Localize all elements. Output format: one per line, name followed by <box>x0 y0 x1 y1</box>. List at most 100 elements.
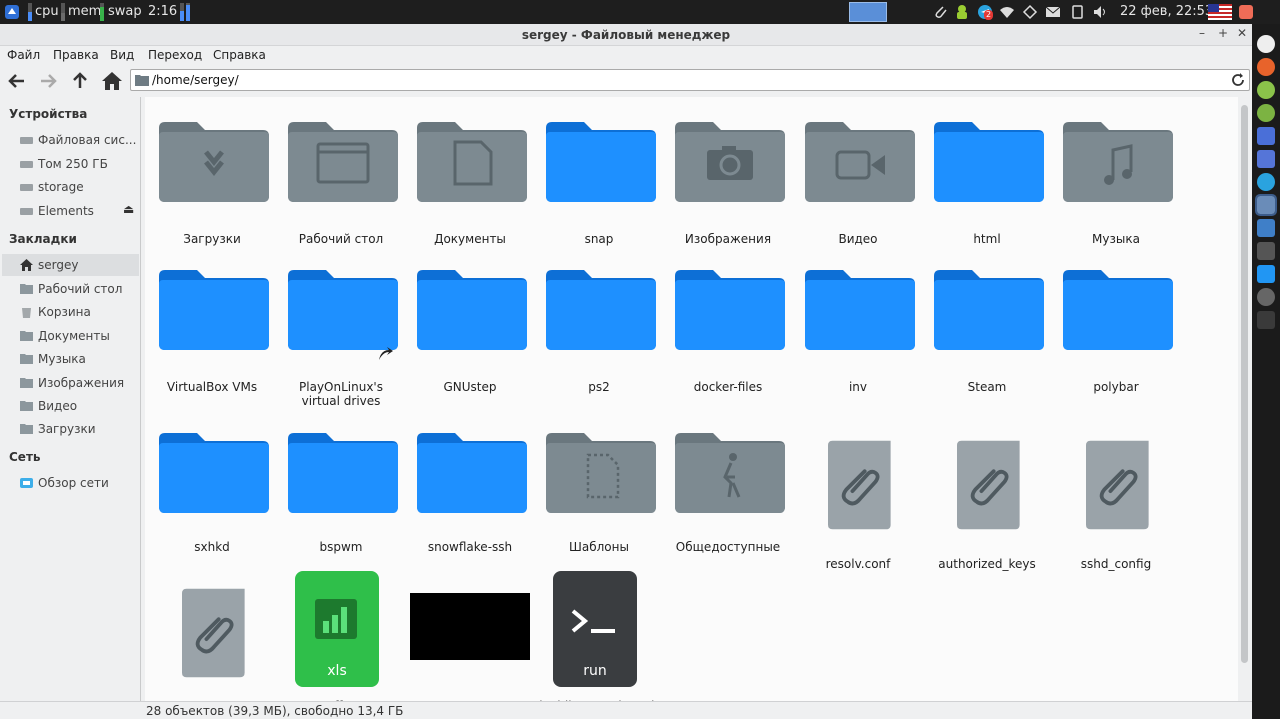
file-item[interactable]: resolv.conf <box>798 433 918 573</box>
file-item[interactable]: ps2 <box>539 270 659 410</box>
swap-label: swap <box>108 4 142 19</box>
app-launcher-icon[interactable] <box>4 0 20 24</box>
sidebar-item-network[interactable]: Обзор сети <box>2 472 139 494</box>
volume-icon[interactable] <box>1092 4 1108 20</box>
title-bar[interactable]: sergey - Файловый менеджер – + ✕ <box>0 24 1252 46</box>
folder-icon <box>417 270 527 350</box>
menu-bar: Файл Правка Вид Переход Справка <box>0 46 1252 66</box>
app-dock-icon[interactable] <box>1257 242 1275 260</box>
up-button[interactable] <box>68 69 92 93</box>
menu-go[interactable]: Переход <box>148 48 202 62</box>
firefox-icon[interactable] <box>1257 58 1275 76</box>
android-tray-icon[interactable] <box>954 4 970 20</box>
sidebar-item-documents[interactable]: Документы <box>2 325 139 347</box>
folder-icon <box>159 122 269 202</box>
menu-help[interactable]: Справка <box>213 48 266 62</box>
menu-file[interactable]: Файл <box>7 48 40 62</box>
clipboard-icon[interactable] <box>1069 4 1085 20</box>
folder-icon <box>546 433 656 513</box>
terminal-dock-icon[interactable] <box>1257 311 1275 329</box>
file-name: authorized_keys <box>938 557 1036 571</box>
folder-icon <box>1063 122 1173 202</box>
folder-dock-icon[interactable] <box>1257 219 1275 237</box>
folder-icon <box>20 354 33 364</box>
sidebar-item-label: Обзор сети <box>38 476 109 490</box>
app-tray-icon[interactable] <box>1238 4 1254 20</box>
file-item[interactable]: Изображения <box>668 122 788 262</box>
sidebar-item-volume[interactable]: Том 250 ГБ <box>2 153 139 175</box>
wifi-icon[interactable] <box>999 4 1015 20</box>
folder-blue-dock-icon[interactable] <box>1257 265 1275 283</box>
sidebar-item-elements[interactable]: Elements ⏏ <box>2 200 139 222</box>
file-item[interactable]: sxhkd <box>152 433 272 573</box>
drive-icon <box>20 161 33 168</box>
keyboard-layout-flag-icon[interactable] <box>1208 4 1232 20</box>
home-button[interactable] <box>100 69 124 93</box>
file-item[interactable]: 1 <box>152 581 272 710</box>
file-item[interactable]: snowflake-ssh <box>410 433 530 573</box>
screen-2-icon[interactable] <box>1257 150 1275 168</box>
sidebar-item-filesystem[interactable]: Файловая сис... <box>2 129 139 151</box>
maximize-button[interactable]: + <box>1218 26 1228 40</box>
file-item[interactable]: Документы <box>410 122 530 262</box>
file-item[interactable]: authorized_keys <box>927 433 1047 573</box>
address-bar[interactable]: /home/sergey/ <box>130 69 1250 91</box>
file-name: Загрузки <box>183 232 241 246</box>
file-item[interactable]: polybar <box>1056 270 1176 410</box>
telegram-icon[interactable] <box>1257 173 1275 191</box>
mail-icon[interactable] <box>1045 4 1061 20</box>
file-item[interactable]: html <box>927 122 1047 262</box>
back-button[interactable] <box>5 69 29 93</box>
file-item[interactable]: GNUstep <box>410 270 530 410</box>
file-item[interactable]: Рабочий стол <box>281 122 401 262</box>
scrollbar-thumb[interactable] <box>1241 105 1248 663</box>
eject-icon[interactable]: ⏏ <box>123 202 134 216</box>
dock-app-icon[interactable] <box>1257 35 1275 53</box>
file-manager-window: sergey - Файловый менеджер – + ✕ Файл Пр… <box>0 24 1252 719</box>
file-manager-dock-icon[interactable] <box>1255 194 1277 216</box>
menu-edit[interactable]: Правка <box>53 48 99 62</box>
sidebar-item-pictures[interactable]: Изображения <box>2 372 139 394</box>
file-item[interactable]: Общедоступные <box>668 433 788 573</box>
chrome-icon[interactable] <box>1257 288 1275 306</box>
file-item[interactable]: snap <box>539 122 659 262</box>
address-path[interactable]: /home/sergey/ <box>152 73 239 87</box>
file-item[interactable]: Музыка <box>1056 122 1176 262</box>
android-studio-icon[interactable] <box>1257 104 1275 122</box>
file-item[interactable]: docker-files <box>668 270 788 410</box>
folder-icon <box>934 122 1044 202</box>
screen-icon[interactable] <box>1257 127 1275 145</box>
network-tray-icon[interactable] <box>1022 4 1038 20</box>
minimize-button[interactable]: – <box>1199 26 1205 40</box>
file-item[interactable]: VirtualBox VMs <box>152 270 272 410</box>
file-item[interactable]: inv <box>798 270 918 410</box>
sidebar-item-trash[interactable]: Корзина <box>2 301 139 323</box>
android-icon[interactable] <box>1257 81 1275 99</box>
file-item[interactable]: PlayOnLinux's virtual drives <box>281 270 401 410</box>
file-item[interactable]: runinvidious_update.sh <box>539 571 659 710</box>
sidebar-item-label: storage <box>38 180 84 194</box>
clock[interactable]: 22 фев, 22:53 <box>1120 0 1213 24</box>
active-window-thumb[interactable] <box>849 2 887 22</box>
menu-view[interactable]: Вид <box>110 48 134 62</box>
file-item[interactable]: Загрузки <box>152 122 272 262</box>
forward-button[interactable] <box>36 69 60 93</box>
file-item[interactable]: Видео <box>798 122 918 262</box>
folder-icon <box>805 270 915 350</box>
file-item[interactable]: 2020-09-18 <box>410 581 530 710</box>
reload-icon[interactable] <box>1230 72 1246 88</box>
file-item[interactable]: Шаблоны <box>539 433 659 573</box>
file-item[interactable]: sshd_config <box>1056 433 1176 573</box>
sidebar-item-downloads[interactable]: Загрузки <box>2 418 139 440</box>
paperclip-tray-icon[interactable] <box>933 4 949 20</box>
sidebar-item-desktop[interactable]: Рабочий стол <box>2 278 139 300</box>
file-item[interactable]: xlsstuff.csv <box>281 571 401 710</box>
sidebar-item-music[interactable]: Музыка <box>2 348 139 370</box>
file-item[interactable]: bspwm <box>281 433 401 573</box>
file-item[interactable]: Steam <box>927 270 1047 410</box>
sidebar-item-storage[interactable]: storage <box>2 176 139 198</box>
vertical-scrollbar[interactable] <box>1239 97 1250 710</box>
sidebar-item-home[interactable]: sergey <box>2 254 139 276</box>
sidebar-item-videos[interactable]: Видео <box>2 395 139 417</box>
close-button[interactable]: ✕ <box>1237 26 1247 40</box>
